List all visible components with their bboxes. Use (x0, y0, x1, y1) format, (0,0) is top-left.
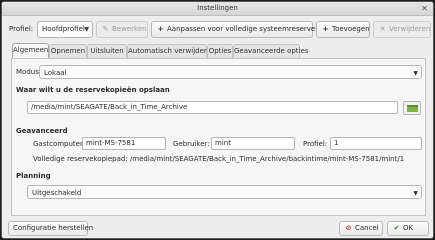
plus-icon: + (157, 25, 164, 33)
edit-button-label: Bewerken (112, 25, 147, 33)
host-label: Gastcomputer: (33, 140, 86, 148)
title-bar: Instellingen ✕ (2, 2, 433, 16)
mode-select-value: Lokaal (44, 69, 67, 77)
profile-select[interactable]: Hoofdprofiel ▼ (37, 21, 93, 38)
tab-general[interactable]: Algemeen (12, 43, 49, 59)
tab-auto-remove[interactable]: Automatisch verwijderen (127, 44, 215, 58)
tab-advanced-options[interactable]: Geavanceerde opties (233, 44, 308, 58)
tab-options[interactable]: Opties (207, 44, 233, 58)
user-label: Gebruiker: (173, 140, 210, 148)
host-field[interactable]: mint-MS-7581 (82, 137, 166, 150)
general-panel: Modus: Lokaal ▼ Waar wilt u de reserveko… (11, 58, 426, 216)
checkmark-icon: ✔ (393, 224, 400, 232)
restore-config-button[interactable]: Configuratie herstellen (8, 221, 93, 236)
chevron-down-icon: ▼ (413, 70, 418, 77)
add-profile-button[interactable]: + Toevoegen (316, 21, 370, 38)
adjust-full-backup-button[interactable]: + Aanpassen voor volledige systeemreserve… (151, 21, 334, 38)
chevron-down-icon: ▼ (84, 26, 89, 33)
profile-label: Profiel: (9, 25, 34, 33)
schedule-select[interactable]: Uitgeschakeld ▼ (27, 185, 422, 199)
dialog-footer: Configuratie herstellen ⊘ Cancel ✔ OK (8, 221, 429, 237)
where-title: Waar wilt u de reservekopieën opslaan (16, 86, 170, 94)
window-title: Instellingen (197, 4, 238, 12)
profile-select-value: Hoofdprofiel (42, 25, 85, 33)
cancel-button-label: Cancel (355, 224, 379, 232)
mode-select[interactable]: Lokaal ▼ (39, 65, 422, 79)
profile-id-label: Profiel: (303, 140, 328, 148)
tab-include[interactable]: Opnemen (49, 44, 87, 58)
profile-id-field[interactable]: 1 (330, 137, 422, 150)
adjust-button-label: Aanpassen voor volledige systeemreservek… (167, 25, 335, 33)
remove-profile-button[interactable]: ✕ Verwijderen (373, 21, 431, 38)
advanced-title: Geavanceerd (16, 127, 68, 135)
user-field[interactable]: mint (211, 137, 295, 150)
schedule-select-value: Uitgeschakeld (32, 189, 82, 197)
remove-button-label: Verwijderen (389, 25, 431, 33)
add-button-label: Toevoegen (332, 25, 370, 33)
toolbar: Profiel: Hoofdprofiel ▼ ✎ Bewerken + Aanpa… (8, 21, 431, 39)
schedule-title: Planning (16, 172, 51, 180)
choose-folder-button[interactable] (403, 101, 421, 115)
tab-exclude[interactable]: Uitsluiten (87, 44, 127, 58)
cancel-button[interactable]: ⊘ Cancel (339, 221, 383, 236)
close-icon: ✕ (379, 25, 386, 33)
cancel-icon: ⊘ (345, 224, 352, 232)
backup-path-field[interactable]: /media/mint/SEAGATE/Back_in_Time_Archive (27, 101, 398, 114)
ok-button-label: OK (403, 224, 414, 232)
ok-button[interactable]: ✔ OK (387, 221, 429, 236)
settings-window: Instellingen ✕ Profiel: Hoofdprofiel ▼ ✎… (1, 1, 434, 239)
folder-icon (407, 105, 418, 112)
pencil-icon: ✎ (102, 25, 109, 33)
close-icon[interactable]: ✕ (420, 4, 429, 13)
chevron-down-icon: ▼ (413, 190, 418, 197)
edit-button[interactable]: ✎ Bewerken (96, 21, 148, 38)
full-backup-path: Volledige reservekopiepad: /media/mint/S… (33, 155, 405, 163)
mode-label: Modus: (16, 68, 42, 76)
plus-icon: + (322, 25, 329, 33)
